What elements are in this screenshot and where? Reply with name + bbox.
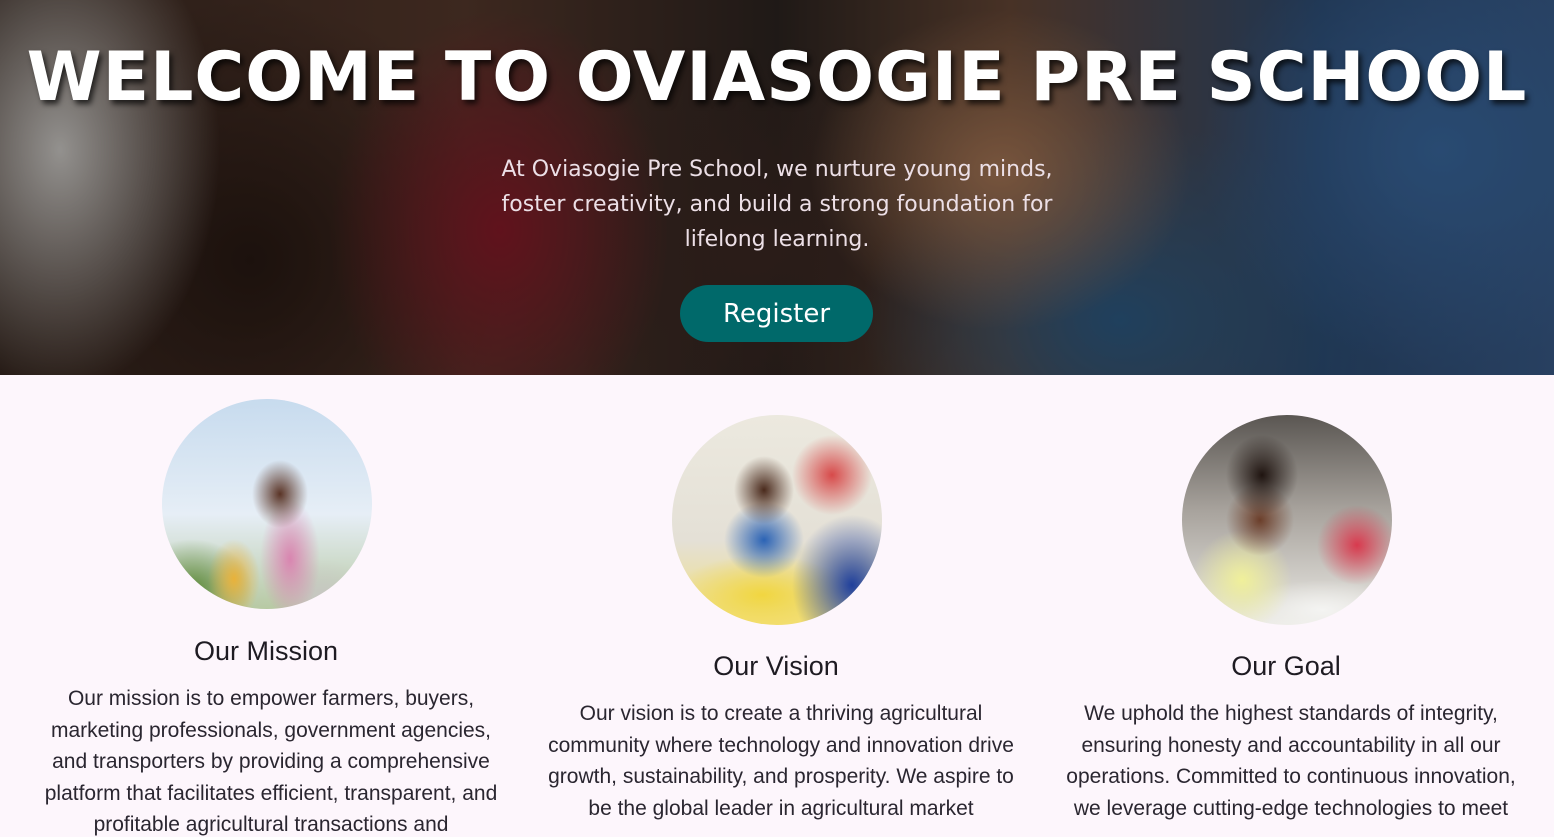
goal-card: Our Goal We uphold the highest standards… <box>1031 375 1541 837</box>
hero-description: At Oviasogie Pre School, we nurture youn… <box>501 157 1053 252</box>
hero-content: WELCOME TO OVIASOGIE PRE SCHOOL At Ovias… <box>0 0 1554 375</box>
goal-title: Our Goal <box>1231 651 1341 681</box>
hero-title: WELCOME TO OVIASOGIE PRE SCHOOL <box>26 38 1528 117</box>
mission-title: Our Mission <box>193 636 339 666</box>
mission-card: Our Mission Our mission is to empower fa… <box>11 375 521 837</box>
goal-image <box>1182 415 1392 625</box>
vision-text: Our vision is to create a thriving agric… <box>548 702 1014 820</box>
mission-image <box>162 399 372 609</box>
goal-text: We uphold the highest standards of integ… <box>1066 702 1516 820</box>
hero-banner: WELCOME TO OVIASOGIE PRE SCHOOL At Ovias… <box>0 0 1554 375</box>
vision-image <box>672 415 882 625</box>
vision-card: Our Vision Our vision is to create a thr… <box>521 375 1031 837</box>
mission-text: Our mission is to empower farmers, buyer… <box>44 687 498 836</box>
vision-title: Our Vision <box>713 651 839 681</box>
register-button[interactable]: Register <box>680 285 873 342</box>
